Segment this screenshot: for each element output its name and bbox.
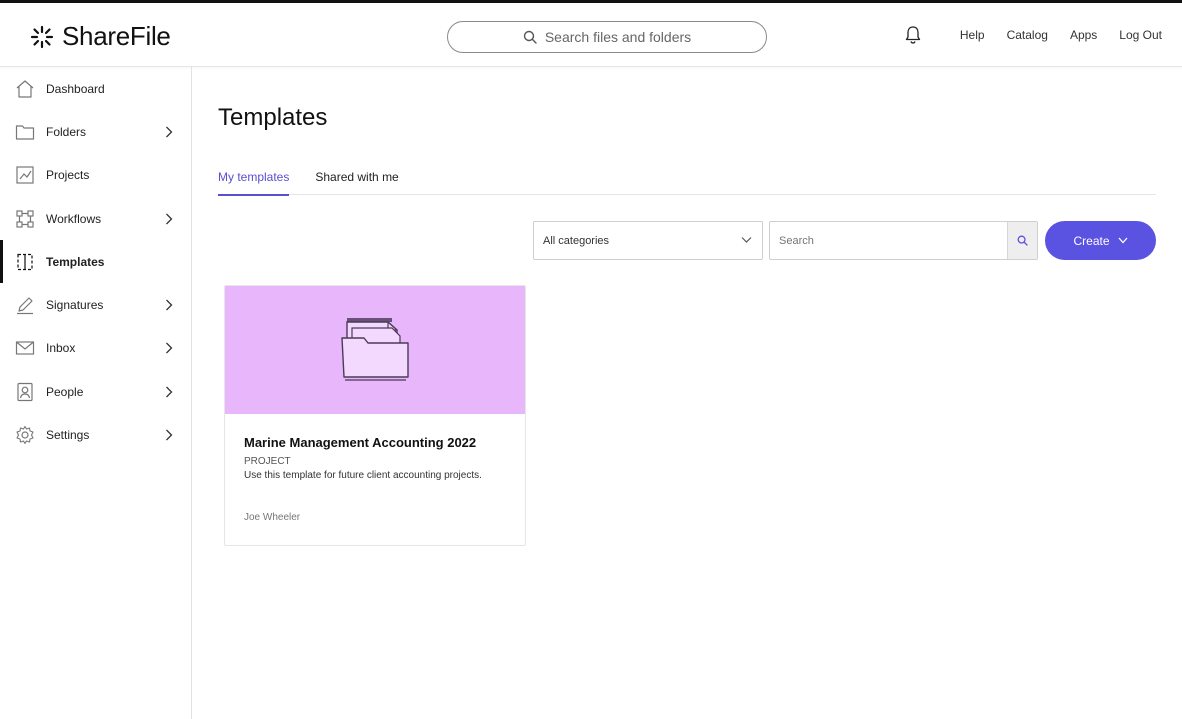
bell-icon[interactable] (904, 25, 922, 45)
search-icon (1017, 235, 1028, 246)
template-search (769, 221, 1038, 260)
template-toolbar: All categories Create (218, 221, 1156, 260)
template-card[interactable]: Marine Management Accounting 2022 PROJEC… (224, 285, 526, 546)
sidebar-item-label: Templates (46, 254, 105, 269)
sidebar-item-label: Workflows (46, 211, 102, 226)
template-card-description: Use this template for future client acco… (244, 470, 482, 481)
sharefile-logo-icon (30, 25, 54, 48)
person-badge-icon (15, 382, 35, 402)
chevron-down-icon (741, 235, 752, 247)
global-search-placeholder: Search files and folders (544, 29, 692, 45)
logout-link[interactable]: Log Out (1119, 28, 1162, 42)
sharefile-logo[interactable]: ShareFile (30, 21, 171, 52)
signature-pen-icon (15, 295, 35, 315)
sidebar-item-label: Settings (46, 428, 90, 443)
top-header: ShareFile Search files and folders Help … (0, 3, 1182, 67)
chevron-right-icon (165, 342, 173, 354)
create-button-label: Create (1073, 233, 1110, 248)
gear-icon (15, 425, 35, 445)
sidebar-item-workflows[interactable]: Workflows (0, 197, 191, 240)
sidebar: Dashboard Folders Projects Workflows Tem… (0, 67, 192, 719)
category-select[interactable]: All categories (533, 221, 763, 260)
category-select-value: All categories (543, 234, 610, 247)
apps-link[interactable]: Apps (1070, 28, 1097, 42)
home-icon (15, 79, 35, 99)
sidebar-item-folders[interactable]: Folders (0, 110, 191, 153)
template-card-body: Marine Management Accounting 2022 PROJEC… (225, 414, 525, 523)
chevron-right-icon (165, 386, 173, 398)
sidebar-item-inbox[interactable]: Inbox (0, 327, 191, 370)
template-card-banner (225, 286, 525, 414)
chevron-right-icon (165, 213, 173, 225)
sidebar-item-signatures[interactable]: Signatures (0, 283, 191, 326)
sidebar-item-label: Projects (46, 168, 90, 183)
chevron-right-icon (165, 429, 173, 441)
template-card-title: Marine Management Accounting 2022 (244, 435, 477, 450)
folder-icon (15, 122, 35, 142)
template-search-input[interactable] (770, 222, 1007, 259)
sidebar-item-templates[interactable]: Templates (0, 240, 191, 284)
sidebar-item-settings[interactable]: Settings (0, 413, 191, 456)
catalog-link[interactable]: Catalog (1007, 28, 1048, 42)
mail-icon (15, 338, 35, 358)
create-button[interactable]: Create (1045, 221, 1156, 260)
chevron-right-icon (165, 299, 173, 311)
workflow-icon (15, 209, 35, 229)
sidebar-item-label: Dashboard (46, 81, 105, 96)
header-nav: Help Catalog Apps Log Out (904, 25, 1162, 45)
chevron-right-icon (165, 126, 173, 138)
sidebar-item-label: Inbox (46, 341, 76, 356)
sidebar-item-label: Folders (46, 124, 87, 139)
logo-text: ShareFile (62, 21, 171, 51)
sidebar-item-label: Signatures (46, 298, 104, 313)
sidebar-item-projects[interactable]: Projects (0, 154, 191, 197)
template-tabs: My templates Shared with me (218, 165, 1156, 196)
templates-icon (15, 252, 35, 272)
page-title: Templates (218, 104, 328, 131)
search-button[interactable] (1007, 222, 1037, 259)
help-link[interactable]: Help (960, 28, 985, 42)
sidebar-item-people[interactable]: People (0, 370, 191, 413)
chevron-down-icon (1118, 237, 1128, 244)
folder-with-documents-icon (341, 318, 409, 381)
projects-icon (15, 165, 35, 185)
template-card-owner: Joe Wheeler (244, 512, 301, 523)
sidebar-item-label: People (46, 384, 84, 399)
global-search-input[interactable]: Search files and folders (447, 21, 767, 53)
sidebar-item-dashboard[interactable]: Dashboard (0, 67, 191, 110)
tab-my-templates[interactable]: My templates (218, 165, 290, 196)
template-card-type: PROJECT (244, 456, 291, 467)
tab-shared-with-me[interactable]: Shared with me (315, 165, 398, 195)
search-icon (523, 30, 537, 44)
